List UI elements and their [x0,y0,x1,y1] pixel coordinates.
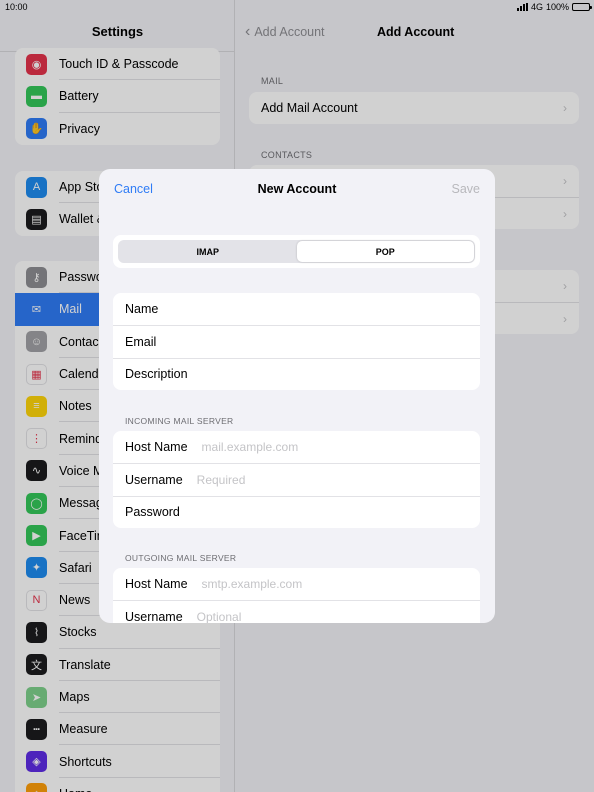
sheet-title: New Account [257,182,337,196]
outgoing-username-placeholder: Optional [196,609,242,623]
incoming-password-label: Password [125,505,180,520]
incoming-username-field[interactable]: Username Required [113,463,480,495]
incoming-username-label: Username [125,472,183,487]
incoming-host-name-label: Host Name [125,440,188,455]
account-type-control-wrap: IMAP POP [113,235,480,268]
account-info-group: Name Email Description [113,293,480,390]
description-field[interactable]: Description [113,357,480,390]
incoming-username-placeholder: Required [196,472,246,487]
outgoing-username-field[interactable]: Username Optional [113,600,480,623]
new-account-sheet: New Account Cancel Save IMAP POP Name Em… [99,169,495,623]
network-label: 4G [530,2,543,12]
account-type-segmented-control: IMAP POP [118,240,475,263]
segment-imap[interactable]: IMAP [119,241,297,262]
outgoing-server-group: Host Name smtp.example.com Username Opti… [113,568,480,623]
status-time: 10:00 [5,2,28,12]
email-field[interactable]: Email [113,325,480,357]
description-label: Description [125,367,188,382]
incoming-server-group: Host Name mail.example.com Username Requ… [113,431,480,528]
save-button[interactable]: Save [452,182,481,196]
battery-percent: 100% [545,2,569,12]
outgoing-host-name-label: Host Name [125,577,188,592]
incoming-server-header: INCOMING MAIL SERVER [125,416,234,426]
status-bar: 10:00 4G 100% [0,0,594,16]
incoming-password-field[interactable]: Password [113,495,480,528]
outgoing-host-name-placeholder: smtp.example.com [201,577,303,592]
signal-icon [516,3,528,11]
battery-icon [572,3,592,11]
email-label: Email [125,334,157,349]
outgoing-server-header: OUTGOING MAIL SERVER [125,553,237,563]
status-right: 4G 100% [516,2,592,12]
outgoing-host-name-field[interactable]: Host Name smtp.example.com [113,568,480,600]
incoming-host-name-field[interactable]: Host Name mail.example.com [113,431,480,463]
name-label: Name [125,302,159,317]
cancel-button[interactable]: Cancel [114,182,153,196]
segment-pop[interactable]: POP [296,241,474,262]
outgoing-username-label: Username [125,609,183,623]
incoming-host-name-placeholder: mail.example.com [201,440,299,455]
name-field[interactable]: Name [113,293,480,325]
